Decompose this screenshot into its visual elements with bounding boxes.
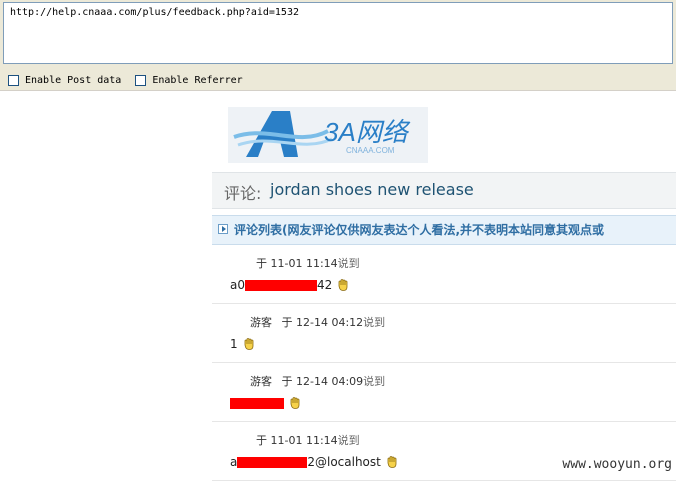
redaction-bar (230, 397, 284, 409)
logo-mark-icon: 3A网络 CNAAA.COM (233, 111, 411, 157)
hackbar-toolbar: http://help.cnaaa.com/plus/feedback.php?… (0, 0, 676, 90)
comment-item: 游客 于 12-14 04:12说到 1 (212, 304, 676, 363)
svg-text:CNAAA.COM: CNAAA.COM (346, 146, 395, 155)
comment-content (230, 396, 302, 410)
comment-user: 游客 (250, 375, 272, 388)
enable-referrer-label: Enable Referrer (152, 74, 243, 86)
title-prefix: 评论: (224, 184, 262, 203)
redaction-bar (237, 456, 308, 468)
hand-icon[interactable] (242, 337, 256, 351)
comment-item: 游客 于 12-14 04:09说到 (212, 363, 676, 422)
comment-content: 1 (230, 337, 256, 351)
comment-said: 说到 (337, 434, 360, 447)
comment-list-title: 评论列表(网友评论仅供网友表达个人看法,并不表明本站同意其观点或 (234, 223, 605, 237)
comment-list: 于 11-01 11:14说到 a0 42 游客 于 12-14 04:12说到… (212, 245, 676, 481)
comment-meta: 于 11-01 11:14说到 (250, 432, 360, 448)
url-textarea[interactable]: http://help.cnaaa.com/plus/feedback.php?… (3, 2, 673, 64)
svg-text:3A网络: 3A网络 (324, 117, 411, 147)
options-row: Enable Post data Enable Referrer (8, 72, 257, 88)
comment-time: 于 12-14 04:12 (281, 316, 364, 329)
article-title-bar: 评论: jordan shoes new release (212, 172, 676, 209)
site-logo[interactable]: 3A网络 CNAAA.COM (228, 107, 428, 163)
comment-meta: 于 11-01 11:14说到 (250, 255, 360, 271)
watermark: www.wooyun.org (562, 457, 672, 472)
article-title[interactable]: jordan shoes new release (270, 180, 474, 199)
comment-content: a0 42 (230, 278, 350, 292)
comment-said: 说到 (363, 375, 386, 388)
comment-said: 说到 (337, 257, 360, 270)
comment-user: 游客 (250, 316, 272, 329)
comment-item: 于 11-01 11:14说到 a 2@localhost (212, 422, 676, 481)
enable-post-checkbox[interactable] (8, 74, 19, 86)
url-text: http://help.cnaaa.com/plus/feedback.php?… (10, 7, 299, 18)
comment-meta: 游客 于 12-14 04:09说到 (250, 373, 385, 389)
arrow-right-icon (218, 224, 228, 234)
redaction-bar (245, 279, 317, 291)
comment-content: a 2@localhost (230, 455, 399, 469)
enable-post-label: Enable Post data (25, 74, 122, 86)
hand-icon[interactable] (385, 455, 399, 469)
enable-referrer-checkbox[interactable] (135, 74, 147, 86)
enable-referrer-option[interactable]: Enable Referrer (135, 74, 243, 86)
enable-post-option[interactable]: Enable Post data (8, 74, 122, 86)
toolbar-divider (0, 90, 676, 91)
comment-time: 于 11-01 11:14 (256, 434, 338, 447)
hand-icon[interactable] (336, 278, 350, 292)
comment-meta: 游客 于 12-14 04:12说到 (250, 314, 385, 330)
comment-list-header: 评论列表(网友评论仅供网友表达个人看法,并不表明本站同意其观点或 (212, 215, 676, 245)
hand-icon[interactable] (288, 396, 302, 410)
comment-item: 于 11-01 11:14说到 a0 42 (212, 245, 676, 304)
comment-said: 说到 (363, 316, 386, 329)
comment-time: 于 11-01 11:14 (256, 257, 338, 270)
comment-time: 于 12-14 04:09 (281, 375, 364, 388)
